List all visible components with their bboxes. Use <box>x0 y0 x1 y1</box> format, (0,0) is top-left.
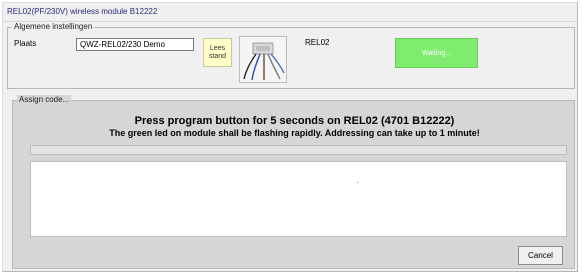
log-cursor-mark <box>357 182 358 183</box>
general-settings-legend: Algemene instellingen <box>12 22 95 32</box>
module-label: REL02 <box>305 38 330 47</box>
plaats-input[interactable] <box>76 38 194 51</box>
assign-code-legend: Assign code... <box>17 95 72 105</box>
lees-stand-line1: Lees <box>209 44 226 52</box>
plaats-label: Plaats <box>14 39 37 48</box>
module-image <box>239 36 287 83</box>
cancel-button[interactable]: Cancel <box>518 246 563 265</box>
log-output-area[interactable] <box>30 161 567 237</box>
instruction-secondary: The green led on module shall be flashin… <box>109 128 480 138</box>
cancel-label: Cancel <box>528 251 553 260</box>
lees-stand-button[interactable]: Lees stand <box>203 38 232 67</box>
assign-code-group: Assign code... Press program button for … <box>12 95 575 269</box>
lees-stand-line2: stand <box>208 52 227 60</box>
relay-module-icon <box>240 37 286 82</box>
waiting-status-button[interactable]: Waiting... <box>395 38 478 68</box>
instruction-primary: Press program button for 5 seconds on RE… <box>134 115 455 127</box>
addressing-progress-bar <box>30 145 567 155</box>
waiting-status-label: Waiting... <box>422 49 451 57</box>
application-window: REL02(PF/230V) wireless module B12222 Al… <box>2 2 578 272</box>
window-title: REL02(PF/230V) wireless module B12222 <box>7 7 158 16</box>
general-settings-group: Algemene instellingen Plaats Lees stand … <box>7 22 575 89</box>
